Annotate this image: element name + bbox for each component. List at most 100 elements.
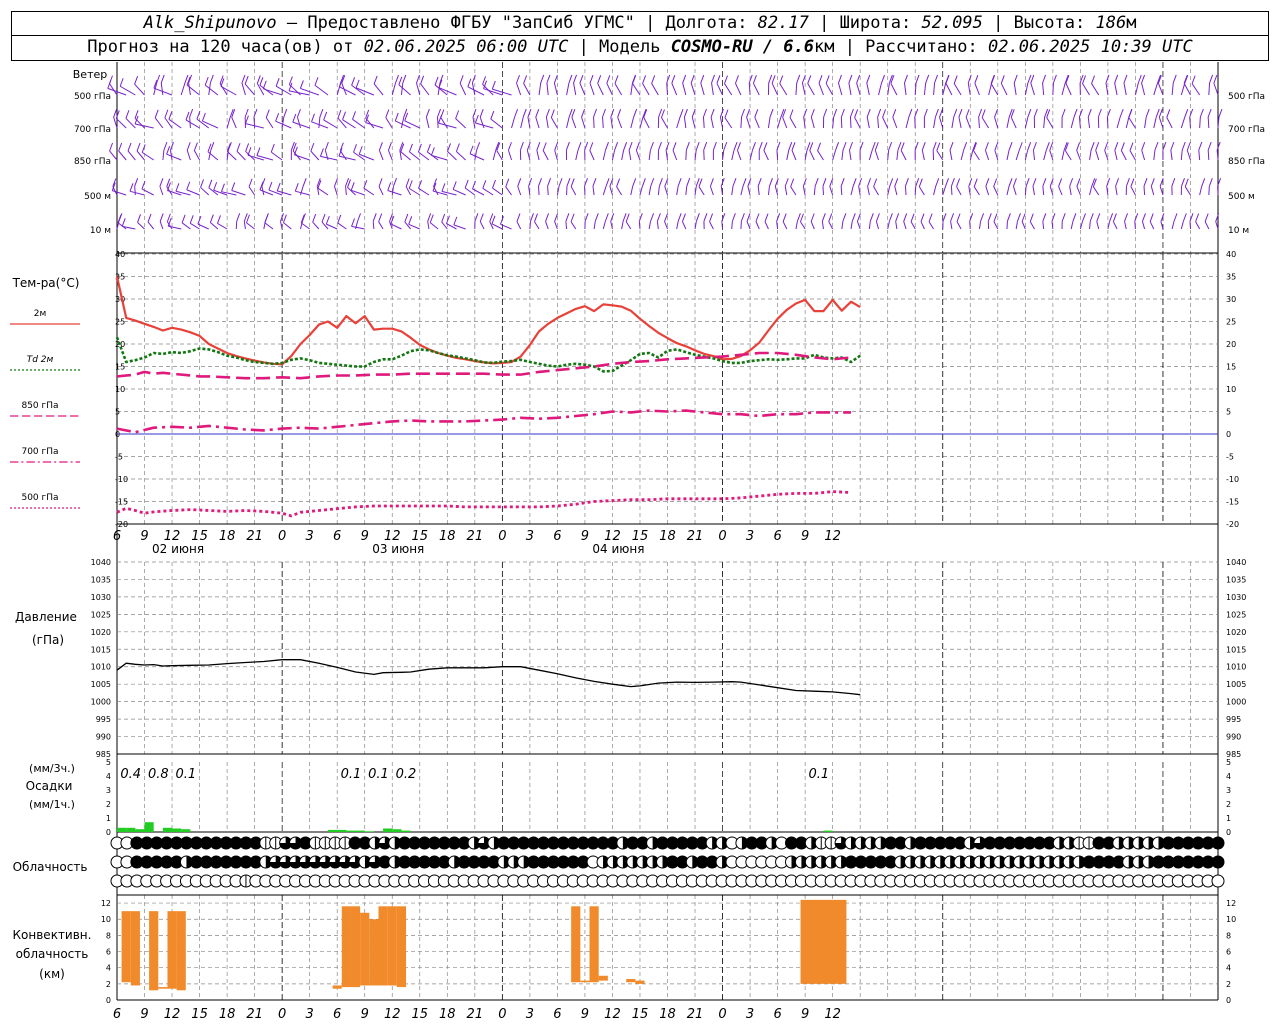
wind-barb — [1207, 150, 1210, 161]
wind-barb — [694, 150, 697, 161]
convective-xtick: 12 — [384, 1007, 401, 1022]
wind-barb-feather — [337, 214, 342, 224]
temp-legend-label: 500 гПа — [21, 493, 58, 503]
wind-barb-feather — [724, 75, 728, 84]
wind-barb-feather — [980, 213, 985, 222]
wind-level-label-left: 500 гПа — [74, 92, 111, 102]
wind-barb — [270, 151, 283, 161]
wind-barb-feather — [921, 141, 926, 151]
wind-barb — [1199, 116, 1201, 129]
wind-barb-feather — [352, 111, 356, 120]
wind-barb — [181, 222, 191, 230]
wind-barb-feather — [1069, 178, 1074, 187]
wind-level-label-left: 500 м — [84, 192, 111, 202]
wind-barb-feather — [677, 178, 682, 187]
wind-barb — [125, 117, 136, 129]
wind-barb-feather — [283, 108, 288, 118]
wind-barb — [1166, 117, 1173, 129]
convective-ytick-left: 8 — [106, 931, 111, 940]
wind-barb — [420, 83, 430, 96]
wind-barb — [994, 150, 999, 161]
wind-barb-feather — [605, 178, 610, 187]
wind-barb-feather — [568, 108, 573, 118]
wind-barb-feather — [1207, 108, 1212, 118]
wind-barb-feather — [540, 74, 545, 84]
wind-barb — [1134, 221, 1136, 230]
wind-barb — [789, 117, 797, 129]
wind-barb-feather — [882, 109, 887, 118]
wind-barb — [432, 190, 448, 196]
wind-barb-feather — [282, 214, 287, 223]
wind-barb-feather — [441, 213, 446, 223]
wind-barb — [1000, 83, 1008, 96]
wind-barb — [810, 116, 815, 129]
precip-unit-3h: (мм/3ч.) — [29, 762, 75, 775]
convective-xtick: 0 — [278, 1007, 286, 1022]
temp-ytick-left: 15 — [115, 363, 125, 372]
day-label: 03 июня — [372, 542, 424, 556]
wind-barb — [664, 221, 668, 230]
wind-barb — [1106, 186, 1109, 196]
wind-barb — [720, 186, 724, 196]
wind-barb-feather — [594, 213, 599, 222]
wind-barb-feather — [949, 141, 954, 151]
wind-barb-feather — [892, 109, 897, 118]
wind-barb-feather — [1141, 213, 1146, 222]
convective-xtick: 3 — [526, 1007, 534, 1022]
wind-barb — [784, 186, 788, 196]
wind-barb — [243, 221, 246, 230]
wind-barb — [400, 82, 404, 96]
temp-xtick: 6 — [553, 529, 561, 544]
convective-bar — [121, 911, 131, 983]
wind-barb — [1082, 83, 1090, 96]
convective-bar — [800, 899, 847, 984]
temp-legend-label: 2м — [34, 309, 47, 319]
wind-barb-feather — [395, 74, 399, 84]
pressure-ytick-left: 1040 — [91, 558, 111, 567]
wind-barb — [632, 83, 641, 96]
precip-ytick-right: 1 — [1226, 814, 1231, 823]
wind-barb-feather — [408, 143, 413, 153]
wind-barb-feather — [1012, 178, 1017, 187]
wind-barb-feather — [1120, 142, 1125, 151]
wind-barb-feather — [769, 178, 773, 187]
wind-level-label-right: 700 гПа — [1228, 125, 1265, 135]
wind-barb-feather — [1078, 108, 1083, 118]
wind-barb-feather — [208, 179, 213, 188]
wind-barb — [676, 186, 679, 196]
wind-barb — [1049, 186, 1054, 196]
wind-barb-feather — [394, 112, 399, 122]
wind-barb-feather — [355, 79, 360, 89]
wind-barb — [446, 223, 457, 230]
wind-barb-feather — [698, 178, 703, 187]
wind-barb-feather — [632, 75, 637, 84]
precip-title: Осадки — [26, 779, 73, 793]
wind-barb-feather — [1154, 141, 1159, 151]
wind-barb — [160, 82, 164, 96]
wind-barb-feather — [838, 74, 842, 84]
wind-barb — [665, 150, 668, 161]
precip-bar — [392, 829, 402, 832]
precip-ytick-left: 1 — [106, 814, 111, 823]
wind-barb-feather — [679, 108, 684, 118]
wind-barb — [127, 150, 136, 161]
wind-barb — [910, 221, 916, 230]
wind-barb-feather — [719, 108, 724, 118]
wind-barb — [829, 186, 834, 196]
pressure-ytick-left: 1005 — [91, 680, 111, 689]
wind-barb — [873, 186, 879, 196]
wind-barb — [721, 221, 724, 230]
wind-barb — [593, 221, 596, 230]
precip-ytick-left: 2 — [106, 800, 111, 809]
wind-barb — [365, 122, 384, 129]
precip-ytick-left: 0 — [106, 828, 111, 837]
wind-barb-feather — [1061, 213, 1066, 222]
wind-barb-feather — [810, 108, 815, 118]
wind-barb-feather — [248, 178, 253, 187]
wind-barb — [671, 83, 678, 96]
wind-barb — [953, 83, 962, 96]
wind-barb — [507, 150, 513, 161]
precip-ytick-left: 3 — [106, 786, 111, 795]
wind-barb — [763, 150, 769, 161]
wind-barb — [536, 150, 540, 161]
